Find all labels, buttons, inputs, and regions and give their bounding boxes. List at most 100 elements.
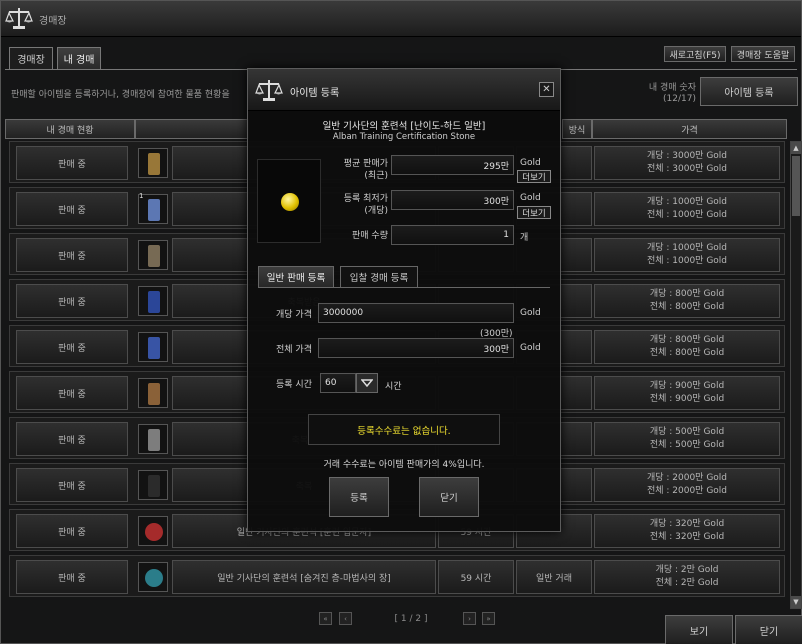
view-button[interactable]: 보기 (665, 615, 733, 644)
dialog-close-button[interactable]: 닫기 (419, 477, 479, 517)
dialog-tab-divider (258, 287, 550, 288)
header-status: 내 경매 현황 (5, 119, 135, 139)
row-status: 판매 중 (16, 192, 128, 226)
chevron-down-icon[interactable] (356, 373, 378, 393)
row-price: 개당 : 800만 Gold 전체 : 800만 Gold (594, 330, 780, 364)
duration-label: 등록 시간 (276, 380, 312, 390)
dagger-icon (138, 378, 168, 408)
item-slot (257, 159, 321, 243)
register-item-button[interactable]: 아이템 등록 (700, 77, 798, 106)
row-status: 판매 중 (16, 514, 128, 548)
cape-icon (138, 332, 168, 362)
window-titlebar[interactable]: 경매장 (1, 1, 801, 37)
unit-price-label: 개당 가격 (276, 310, 312, 320)
header-price: 가격 (592, 119, 787, 139)
dialog-titlebar[interactable]: 아이템 등록 ✕ (248, 69, 560, 111)
scales-icon (5, 5, 33, 31)
avg-price-unit: Gold (520, 158, 541, 168)
row-unit-price: 개당 : 320만 Gold (649, 519, 725, 529)
last-page-icon[interactable]: » (482, 612, 495, 625)
min-price-field: 300만 (391, 190, 514, 210)
avg-price-more-button[interactable]: 더보기 (517, 170, 551, 183)
page-indicator: [ 1 / 2 ] (394, 614, 428, 624)
next-page-icon[interactable]: › (463, 612, 476, 625)
row-status: 판매 중 (16, 238, 128, 272)
row-status: 판매 중 (16, 468, 128, 502)
scroll-up-icon[interactable]: ▲ (791, 142, 801, 154)
row-price: 개당 : 1000만 Gold 전체 : 1000만 Gold (594, 238, 780, 272)
tab-auction-house[interactable]: 경매장 (9, 47, 53, 69)
row-unit-price: 개당 : 900만 Gold (649, 381, 725, 391)
close-window-button[interactable]: 닫기 (735, 615, 802, 644)
row-price: 개당 : 2000만 Gold 전체 : 2000만 Gold (594, 468, 780, 502)
row-unit-price: 개당 : 500만 Gold (649, 427, 725, 437)
total-price-unit: Gold (520, 343, 541, 353)
row-total-price: 전체 : 320만 Gold (649, 532, 725, 542)
row-total-price: 전체 : 800만 Gold (649, 348, 725, 358)
row-item-name: 일반 기사단의 훈련석 [숨겨진 층-마법사의 장] (172, 560, 436, 594)
row-price: 개당 : 500만 Gold 전체 : 500만 Gold (594, 422, 780, 456)
row-status: 판매 중 (16, 560, 128, 594)
item-name-korean: 일반 기사단의 훈련석 [난이도-하드 일반] (322, 121, 486, 132)
avg-price-label: 평균 판매가 (최근) (343, 159, 388, 181)
row-price: 개당 : 2만 Gold 전체 : 2만 Gold (594, 560, 780, 594)
unit-price-input[interactable]: 3000000 (318, 303, 514, 323)
help-button[interactable]: 경매장 도움말 (731, 46, 795, 62)
fee-text: 거래 수수료는 아이템 판매가의 4%입니다. (323, 460, 485, 470)
pistols-icon (138, 424, 168, 454)
row-total-price: 전체 : 500만 Gold (649, 440, 725, 450)
row-price: 개당 : 800만 Gold 전체 : 800만 Gold (594, 284, 780, 318)
first-page-icon[interactable]: « (319, 612, 332, 625)
quantity-field[interactable]: 1 (391, 225, 514, 245)
refresh-button[interactable]: 새로고침(F5) (664, 46, 726, 62)
dialog-title: 아이템 등록 (290, 88, 340, 99)
row-type: 일반 거래 (516, 560, 592, 594)
scales-icon (255, 77, 283, 103)
scroll-thumb[interactable] (792, 156, 800, 216)
row-total-price: 전체 : 800만 Gold (649, 302, 725, 312)
row-unit-price: 개당 : 800만 Gold (649, 335, 725, 345)
row-status: 판매 중 (16, 330, 128, 364)
row-total-price: 전체 : 2만 Gold (655, 578, 719, 588)
tab-bid-auction[interactable]: 입찰 경매 등록 (340, 266, 418, 287)
min-price-unit: Gold (520, 193, 541, 203)
staff-icon (138, 240, 168, 270)
row-price: 개당 : 900만 Gold 전체 : 900만 Gold (594, 376, 780, 410)
duration-select[interactable]: 60 (320, 373, 356, 393)
min-price-more-button[interactable]: 더보기 (517, 206, 551, 219)
row-total-price: 전체 : 1000만 Gold (646, 210, 728, 220)
red-stone-icon (138, 516, 168, 546)
row-total-price: 전체 : 2000만 Gold (646, 486, 728, 496)
row-total-price: 전체 : 1000만 Gold (646, 256, 728, 266)
total-price-label: 전체 가격 (276, 345, 312, 355)
row-price: 개당 : 3000만 Gold 전체 : 3000만 Gold (594, 146, 780, 180)
scroll-down-icon[interactable]: ▼ (791, 596, 801, 608)
armor-icon (138, 286, 168, 316)
register-button[interactable]: 등록 (329, 477, 389, 517)
row-time: 59 시간 (438, 560, 514, 594)
table-row[interactable]: 판매 중 일반 기사단의 훈련석 [숨겨진 층-마법사의 장] 59 시간 일반 거래… (9, 555, 785, 597)
row-unit-price: 개당 : 3000만 Gold (646, 151, 728, 161)
item-name-english: Alban Training Certification Stone (332, 132, 476, 142)
item-register-dialog: 아이템 등록 ✕ 일반 기사단의 훈련석 [난이도-하드 일반] Alban T… (247, 68, 561, 532)
item-quantity: 1 (139, 192, 144, 200)
tab-general-sale[interactable]: 일반 판매 등록 (258, 266, 334, 287)
min-price-label: 등록 최저가 (개당) (343, 194, 388, 216)
list-scrollbar[interactable]: ▲ ▼ (790, 141, 802, 609)
row-price: 개당 : 320만 Gold 전체 : 320만 Gold (594, 514, 780, 548)
description-text: 판매할 아이템을 등록하거나, 경매장에 참여한 물품 현황을 (11, 90, 230, 100)
close-icon[interactable]: ✕ (539, 82, 554, 97)
prev-page-icon[interactable]: ‹ (339, 612, 352, 625)
row-status: 판매 중 (16, 146, 128, 180)
row-status: 판매 중 (16, 422, 128, 456)
row-unit-price: 개당 : 800만 Gold (649, 289, 725, 299)
row-total-price: 전체 : 3000만 Gold (646, 164, 728, 174)
row-unit-price: 개당 : 2000만 Gold (646, 473, 728, 483)
duration-unit: 시간 (385, 382, 402, 392)
my-auction-count-label: 내 경매 숫자 (648, 83, 696, 93)
tab-my-auction[interactable]: 내 경매 (57, 47, 101, 69)
row-unit-price: 개당 : 2만 Gold (655, 565, 719, 575)
total-price-field: 300만 (318, 338, 514, 358)
unit-price-unit: Gold (520, 308, 541, 318)
row-status: 판매 중 (16, 376, 128, 410)
